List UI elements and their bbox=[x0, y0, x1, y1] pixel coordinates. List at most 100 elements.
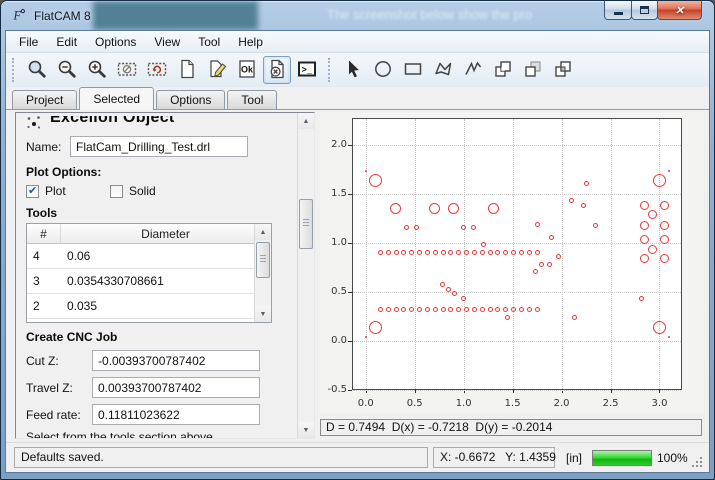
tools-table-scrollbar[interactable] bbox=[254, 224, 271, 322]
scroll-down-icon[interactable] bbox=[298, 422, 314, 438]
table-row[interactable]: 30.0354330708661 bbox=[27, 269, 271, 294]
drill-marker bbox=[369, 174, 382, 187]
drill-marker bbox=[639, 296, 644, 301]
drill-marker bbox=[503, 250, 508, 255]
drill-marker bbox=[472, 250, 477, 255]
field-label: Feed rate: bbox=[26, 408, 92, 422]
ok-file-icon: Ok bbox=[236, 58, 258, 83]
clear-plot-button[interactable] bbox=[113, 56, 141, 84]
panel-scrollbar[interactable] bbox=[297, 113, 314, 438]
delete-object-button[interactable] bbox=[263, 56, 291, 84]
tool-number-cell: 3 bbox=[27, 269, 61, 293]
draw-circle-button[interactable] bbox=[369, 56, 397, 84]
field-input-feedrate[interactable] bbox=[92, 404, 260, 425]
progress-bar bbox=[592, 450, 652, 466]
solid-checkbox-box[interactable] bbox=[110, 185, 123, 198]
shape-subtract-button[interactable] bbox=[519, 56, 547, 84]
gridline bbox=[562, 119, 563, 389]
draw-rectangle-button[interactable] bbox=[399, 56, 427, 84]
scrollbar-thumb[interactable] bbox=[256, 242, 270, 278]
delete-object-icon bbox=[266, 58, 288, 83]
draw-polygon-button[interactable] bbox=[429, 56, 457, 84]
checkbox-plot[interactable]: Plot bbox=[26, 184, 110, 198]
table-row-partial bbox=[27, 319, 271, 323]
drill-marker bbox=[581, 203, 586, 208]
drill-marker bbox=[464, 307, 469, 312]
plot-canvas[interactable]: 0.00.51.01.52.02.53.0-0.50.00.51.01.52.0 bbox=[320, 112, 704, 414]
shape-union-button[interactable] bbox=[489, 56, 517, 84]
scroll-down-icon[interactable] bbox=[255, 306, 271, 322]
scroll-up-icon[interactable] bbox=[255, 224, 271, 240]
shape-union-icon bbox=[492, 58, 514, 83]
tools-table-header: #Diameter bbox=[27, 224, 271, 244]
table-row[interactable]: 20.035 bbox=[27, 294, 271, 319]
toolbar-drag-handle[interactable] bbox=[328, 58, 333, 82]
gridline bbox=[353, 292, 681, 293]
zoom-out-button[interactable] bbox=[53, 56, 81, 84]
name-input[interactable] bbox=[70, 136, 248, 157]
titlebar[interactable]: The screenshot below show the pro F Flat… bbox=[5, 1, 710, 30]
drill-marker bbox=[441, 250, 446, 255]
menu-tool[interactable]: Tool bbox=[189, 32, 229, 52]
zoom-fit-button[interactable] bbox=[23, 56, 51, 84]
y-tick-label: 1.5 bbox=[319, 188, 347, 199]
x-tick-label: 1.0 bbox=[450, 398, 478, 409]
drill-marker bbox=[378, 307, 383, 312]
drill-marker bbox=[461, 225, 466, 230]
table-row[interactable]: 40.06 bbox=[27, 244, 271, 269]
maximize-button[interactable] bbox=[631, 1, 658, 20]
drill-marker bbox=[369, 321, 382, 334]
checkbox-solid[interactable]: Solid bbox=[110, 184, 194, 198]
drill-marker bbox=[394, 250, 399, 255]
field-input-cutz[interactable] bbox=[92, 350, 260, 371]
shape-intersect-button[interactable] bbox=[549, 56, 577, 84]
drill-marker bbox=[456, 307, 461, 312]
draw-polyline-button[interactable] bbox=[459, 56, 487, 84]
create-cnc-job-label: Create CNC Job bbox=[26, 330, 283, 344]
select-tool-button[interactable] bbox=[339, 56, 367, 84]
replot-button[interactable] bbox=[143, 56, 171, 84]
svg-text:>_: >_ bbox=[302, 65, 313, 75]
cursor-coordinates: X: -0.6672 Y: 1.4359 bbox=[433, 447, 555, 468]
plot-checkbox-box[interactable] bbox=[26, 185, 39, 198]
resize-grip[interactable] bbox=[691, 456, 703, 468]
draw-circle-icon bbox=[372, 58, 394, 83]
tab-bar: ProjectSelectedOptionsTool bbox=[6, 87, 709, 110]
new-file-button[interactable] bbox=[173, 56, 201, 84]
scroll-up-icon[interactable] bbox=[298, 113, 314, 129]
axis-tick bbox=[348, 292, 352, 293]
menu-view[interactable]: View bbox=[145, 32, 189, 52]
toolbar-drag-handle[interactable] bbox=[12, 58, 17, 82]
tab-tool[interactable]: Tool bbox=[227, 90, 277, 109]
tab-project[interactable]: Project bbox=[12, 90, 77, 109]
minimize-button[interactable] bbox=[604, 1, 632, 20]
drill-marker bbox=[461, 296, 466, 301]
drill-marker bbox=[414, 225, 419, 230]
field-input-travelz[interactable] bbox=[92, 377, 260, 398]
menu-options[interactable]: Options bbox=[86, 32, 145, 52]
drill-marker bbox=[404, 225, 409, 230]
menu-file[interactable]: File bbox=[10, 32, 47, 52]
command-line-button[interactable]: >_ bbox=[293, 56, 321, 84]
gridline bbox=[353, 243, 681, 244]
close-button[interactable] bbox=[657, 1, 702, 20]
x-tick-label: 0.5 bbox=[401, 398, 429, 409]
menu-edit[interactable]: Edit bbox=[47, 32, 86, 52]
edit-file-button[interactable] bbox=[203, 56, 231, 84]
tools-column-header[interactable]: # bbox=[27, 224, 61, 244]
tab-selected[interactable]: Selected bbox=[79, 87, 154, 110]
menu-help[interactable]: Help bbox=[229, 32, 272, 52]
drill-marker bbox=[572, 315, 577, 320]
ok-file-button[interactable]: Ok bbox=[233, 56, 261, 84]
drill-marker bbox=[401, 307, 406, 312]
zoom-in-button[interactable] bbox=[83, 56, 111, 84]
drill-marker bbox=[480, 250, 485, 255]
drill-marker bbox=[448, 203, 459, 214]
tools-column-header[interactable]: Diameter bbox=[61, 224, 271, 244]
scrollbar-thumb[interactable] bbox=[299, 199, 313, 249]
plot-options-label: Plot Options: bbox=[26, 165, 283, 179]
toolbar: Ok >_ bbox=[6, 53, 709, 87]
drill-marker bbox=[640, 201, 649, 210]
drill-marker bbox=[409, 250, 414, 255]
tab-options[interactable]: Options bbox=[156, 90, 225, 109]
